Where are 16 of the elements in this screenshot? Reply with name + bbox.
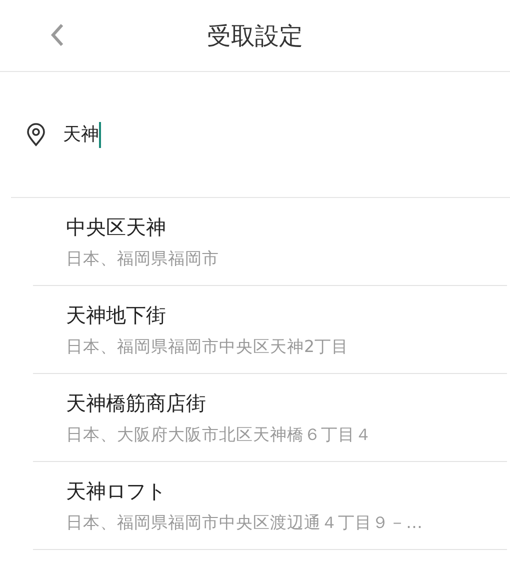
chevron-left-icon — [50, 23, 64, 47]
place-address: 日本、福岡県福岡市 — [66, 248, 220, 270]
search-field[interactable]: 天神 — [63, 121, 101, 148]
result-item[interactable]: 中央区天神 日本、福岡県福岡市 — [33, 198, 507, 286]
result-item[interactable]: 天神ロフト 日本、福岡県福岡市中央区渡辺通４丁目９－… — [33, 462, 507, 550]
location-pin-icon — [26, 122, 46, 146]
place-name: 中央区天神 — [66, 214, 167, 240]
place-address: 日本、大阪府大阪市北区天神橋６丁目４ — [66, 424, 373, 446]
page-title: 受取設定 — [207, 20, 303, 52]
place-name: 天神ロフト — [66, 478, 167, 504]
place-address: 日本、福岡県福岡市中央区渡辺通４丁目９－… — [66, 512, 424, 534]
result-item[interactable]: 天神地下街 日本、福岡県福岡市中央区天神2丁目 — [33, 286, 507, 374]
place-name: 天神橋筋商店街 — [66, 390, 207, 416]
place-address: 日本、福岡県福岡市中央区天神2丁目 — [66, 336, 350, 358]
place-name: 天神地下街 — [66, 302, 167, 328]
result-item[interactable]: 天神橋筋商店街 日本、大阪府大阪市北区天神橋６丁目４ — [33, 374, 507, 462]
